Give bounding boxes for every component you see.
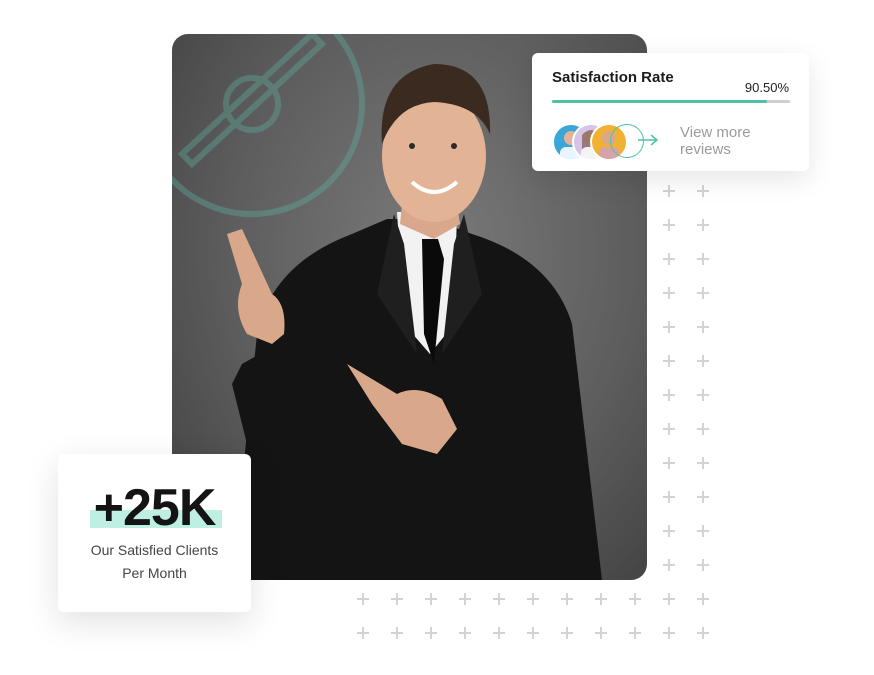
plus-decoration [493, 627, 505, 639]
plus-decoration [697, 321, 709, 333]
plus-decoration [663, 457, 675, 469]
plus-decoration [697, 627, 709, 639]
plus-decoration [357, 627, 369, 639]
plus-decoration [697, 389, 709, 401]
plus-decoration [697, 525, 709, 537]
plus-decoration [663, 491, 675, 503]
clients-label: Our Satisfied Clients Per Month [58, 539, 251, 585]
plus-decoration [663, 423, 675, 435]
clients-count-wrapper: +25K [58, 480, 251, 536]
plus-decoration [527, 627, 539, 639]
plus-decoration [697, 185, 709, 197]
plus-decoration [697, 491, 709, 503]
plus-decoration [663, 525, 675, 537]
arrow-right-icon [638, 134, 659, 146]
clients-count: +25K [93, 479, 217, 537]
satisfaction-title: Satisfaction Rate [552, 69, 674, 86]
plus-decoration [663, 559, 675, 571]
plus-decoration [595, 627, 607, 639]
satisfaction-progress-fill [552, 100, 768, 103]
plus-decoration [697, 593, 709, 605]
plus-decoration [459, 593, 471, 605]
plus-decoration [527, 593, 539, 605]
clients-label-line1: Our Satisfied Clients [90, 542, 219, 558]
clients-label-line2: Per Month [122, 565, 187, 581]
plus-decoration [493, 593, 505, 605]
plus-decoration [663, 219, 675, 231]
plus-decoration [357, 593, 369, 605]
plus-decoration [697, 219, 709, 231]
reviewer-avatars[interactable] [552, 123, 662, 161]
satisfaction-progress-track [552, 100, 790, 103]
plus-decoration [697, 559, 709, 571]
satisfaction-value: 90.50% [744, 80, 789, 95]
plus-decoration [663, 627, 675, 639]
plus-decoration [663, 185, 675, 197]
plus-decoration [561, 627, 573, 639]
plus-decoration [425, 593, 437, 605]
plus-decoration [595, 593, 607, 605]
plus-decoration [697, 287, 709, 299]
plus-decoration [697, 355, 709, 367]
plus-decoration [561, 593, 573, 605]
plus-decoration [697, 423, 709, 435]
plus-decoration [391, 593, 403, 605]
plus-decoration [663, 593, 675, 605]
plus-decoration [663, 389, 675, 401]
plus-decoration [391, 627, 403, 639]
plus-decoration [425, 627, 437, 639]
plus-decoration [663, 355, 675, 367]
clients-card: +25K Our Satisfied Clients Per Month [58, 454, 251, 612]
plus-decoration [663, 253, 675, 265]
plus-decoration [629, 627, 641, 639]
view-more-reviews-link[interactable]: View more reviews [680, 124, 780, 158]
plus-decoration [697, 457, 709, 469]
plus-decoration [459, 627, 471, 639]
plus-decoration [629, 593, 641, 605]
satisfaction-card: Satisfaction Rate 90.50% View more revie… [532, 53, 809, 171]
plus-decoration [663, 287, 675, 299]
plus-decoration [697, 253, 709, 265]
compass-watermark [172, 34, 365, 217]
plus-decoration [663, 321, 675, 333]
